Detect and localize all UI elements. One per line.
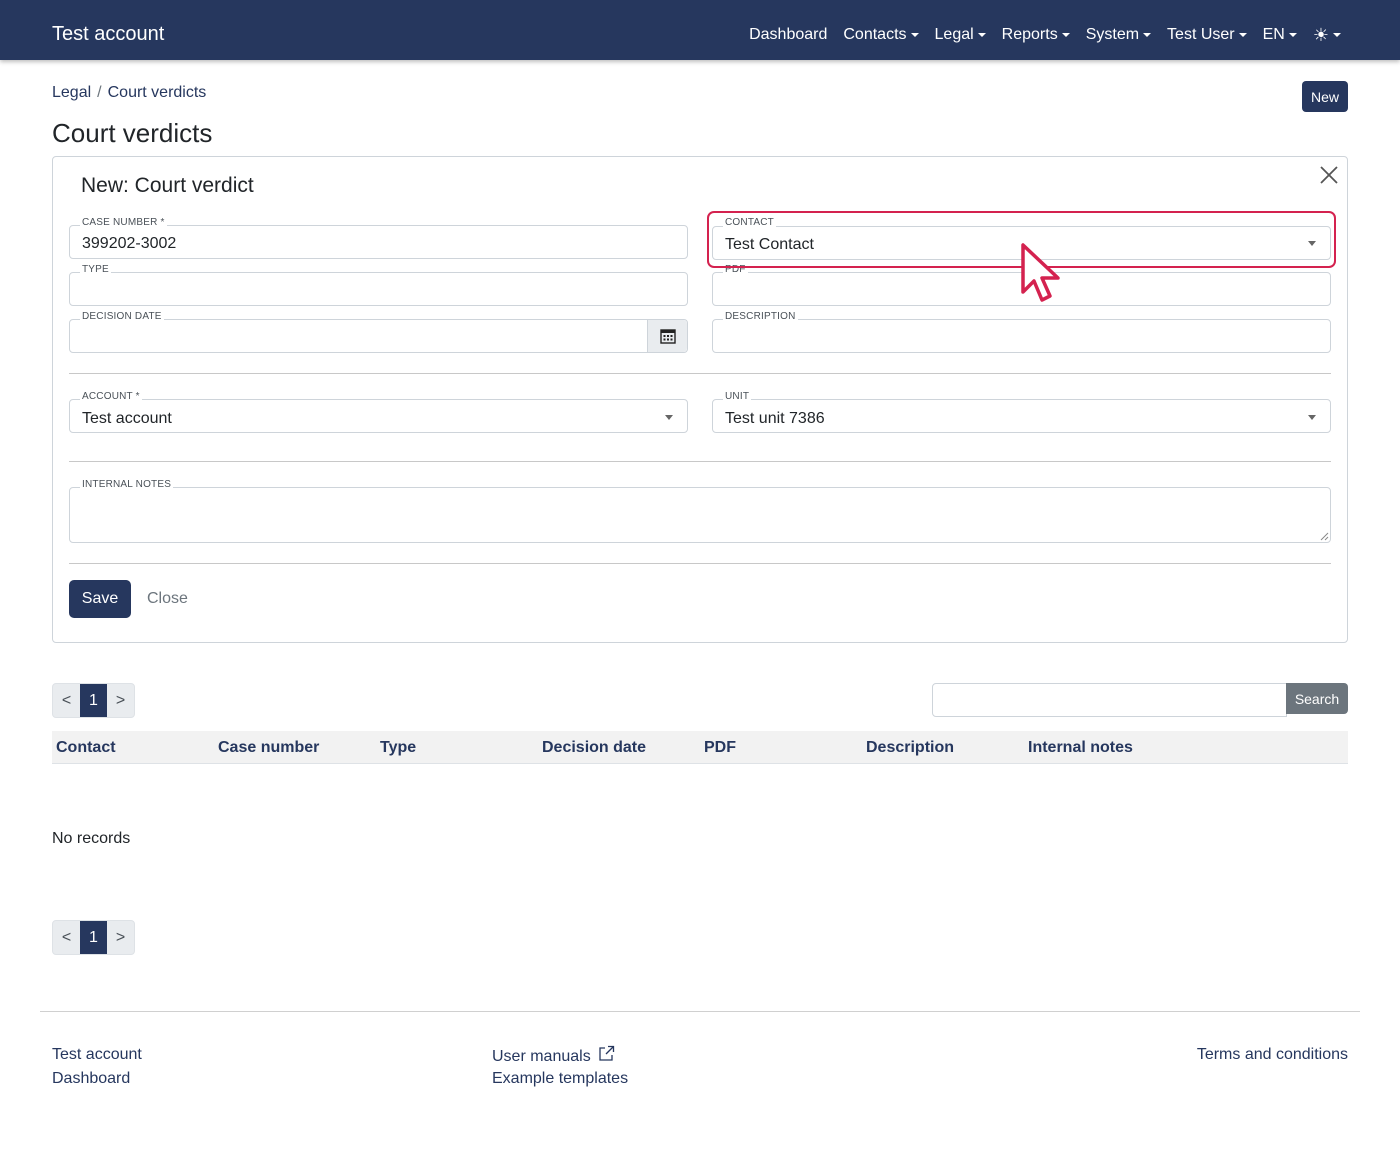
nav-language-dropdown[interactable]: EN [1263, 24, 1297, 46]
footer-link-account[interactable]: Test account [52, 1045, 142, 1065]
resize-handle-icon[interactable] [1320, 532, 1329, 541]
next-page-button[interactable]: > [107, 684, 134, 717]
dropdown-arrow-icon [665, 415, 673, 420]
calendar-button[interactable] [647, 320, 687, 352]
column-header-description[interactable]: Description [866, 738, 954, 758]
caret-down-icon [1333, 33, 1341, 37]
caret-down-icon [977, 33, 986, 37]
footer-link-user-manuals[interactable]: User manuals [492, 1045, 615, 1067]
column-header-decision-date[interactable]: Decision date [542, 738, 646, 758]
nav-reports-label: Reports [1001, 26, 1058, 43]
account-value: Test account [82, 410, 172, 427]
form-title: New: Court verdict [81, 174, 254, 197]
next-page-button[interactable]: > [107, 921, 134, 954]
contact-label: CONTACT [723, 217, 776, 229]
type-label: TYPE [80, 264, 111, 276]
account-label: ACCOUNT * [80, 391, 142, 403]
nav-reports-dropdown[interactable]: Reports [1002, 24, 1070, 46]
breadcrumb-court-verdicts: Court verdicts [107, 84, 207, 101]
column-header-case-number[interactable]: Case number [218, 738, 319, 758]
nav-legal-label: Legal [934, 26, 974, 43]
sun-icon: ☀ [1312, 25, 1329, 45]
nav-user-dropdown[interactable]: Test User [1167, 24, 1247, 46]
nav-dashboard[interactable]: Dashboard [749, 24, 827, 46]
caret-down-icon [1061, 33, 1070, 37]
external-link-icon [599, 1045, 615, 1061]
nav-contacts-label: Contacts [843, 26, 907, 43]
pagination-top: < 1 > [52, 683, 135, 718]
dropdown-arrow-icon [1308, 415, 1316, 420]
calendar-icon [659, 329, 676, 344]
description-label: DESCRIPTION [723, 311, 798, 323]
nav-legal-dropdown[interactable]: Legal [935, 24, 986, 46]
nav-language-label: EN [1262, 26, 1285, 43]
pagination-bottom: < 1 > [52, 920, 135, 955]
dropdown-arrow-icon [1308, 241, 1316, 246]
footer-divider [40, 1011, 1360, 1012]
column-header-internal-notes[interactable]: Internal notes [1028, 738, 1133, 758]
nav-user-label: Test User [1167, 26, 1235, 43]
form-divider [69, 461, 1331, 462]
internal-notes-label: INTERNAL NOTES [80, 479, 174, 491]
caret-down-icon [910, 33, 919, 37]
save-button[interactable]: Save [69, 580, 131, 618]
search-button[interactable]: Search [1286, 683, 1348, 714]
form-divider [69, 373, 1331, 374]
case-number-label: CASE NUMBER * [80, 217, 167, 229]
table-header: Contact Case number Type Decision date P… [52, 731, 1348, 764]
unit-value: Test unit 7386 [725, 410, 825, 427]
footer-link-user-manuals-label: User manuals [492, 1048, 591, 1065]
pdf-label: PDF [723, 264, 748, 276]
page-1-button[interactable]: 1 [80, 921, 107, 954]
prev-page-button[interactable]: < [53, 921, 80, 954]
nav-system-label: System [1085, 26, 1140, 43]
unit-label: UNIT [723, 391, 752, 403]
breadcrumb: Legal / Court verdicts [52, 83, 206, 103]
nav-theme-dropdown[interactable]: ☀ [1313, 24, 1341, 46]
column-header-contact[interactable]: Contact [56, 738, 116, 758]
empty-state-text: No records [52, 830, 131, 847]
new-button[interactable]: New [1302, 81, 1348, 112]
breadcrumb-legal[interactable]: Legal [52, 83, 91, 103]
page-title: Court verdicts [52, 118, 213, 148]
caret-down-icon [1288, 33, 1297, 37]
close-icon[interactable] [1318, 164, 1340, 186]
decision-date-label: DECISION DATE [80, 311, 164, 323]
top-navbar: Test account Dashboard Contacts Legal Re… [0, 0, 1400, 60]
internal-notes-textarea[interactable] [69, 487, 1331, 543]
page-1-button[interactable]: 1 [80, 684, 107, 717]
search-input[interactable] [932, 683, 1287, 717]
nav-dashboard-label: Dashboard [749, 26, 828, 43]
brand-link[interactable]: Test account [52, 21, 164, 47]
footer-link-example-templates[interactable]: Example templates [492, 1069, 628, 1089]
footer-link-terms[interactable]: Terms and conditions [1197, 1045, 1348, 1065]
nav-contacts-dropdown[interactable]: Contacts [843, 24, 919, 46]
breadcrumb-separator: / [97, 84, 102, 101]
column-header-type[interactable]: Type [380, 738, 416, 758]
mouse-pointer-icon [1021, 243, 1060, 302]
case-number-value: 399202-3002 [82, 235, 177, 252]
footer-link-dashboard[interactable]: Dashboard [52, 1069, 130, 1089]
column-header-pdf[interactable]: PDF [704, 738, 736, 758]
nav-system-dropdown[interactable]: System [1085, 24, 1152, 46]
caret-down-icon [1143, 33, 1152, 37]
description-input[interactable] [712, 319, 1331, 353]
decision-date-input[interactable] [69, 319, 688, 353]
contact-value: Test Contact [725, 236, 814, 253]
form-divider [69, 563, 1331, 564]
prev-page-button[interactable]: < [53, 684, 80, 717]
close-button[interactable]: Close [147, 589, 188, 609]
type-input[interactable] [69, 272, 688, 306]
caret-down-icon [1238, 33, 1247, 37]
nav-menu: Dashboard Contacts Legal Reports System … [749, 24, 1341, 46]
